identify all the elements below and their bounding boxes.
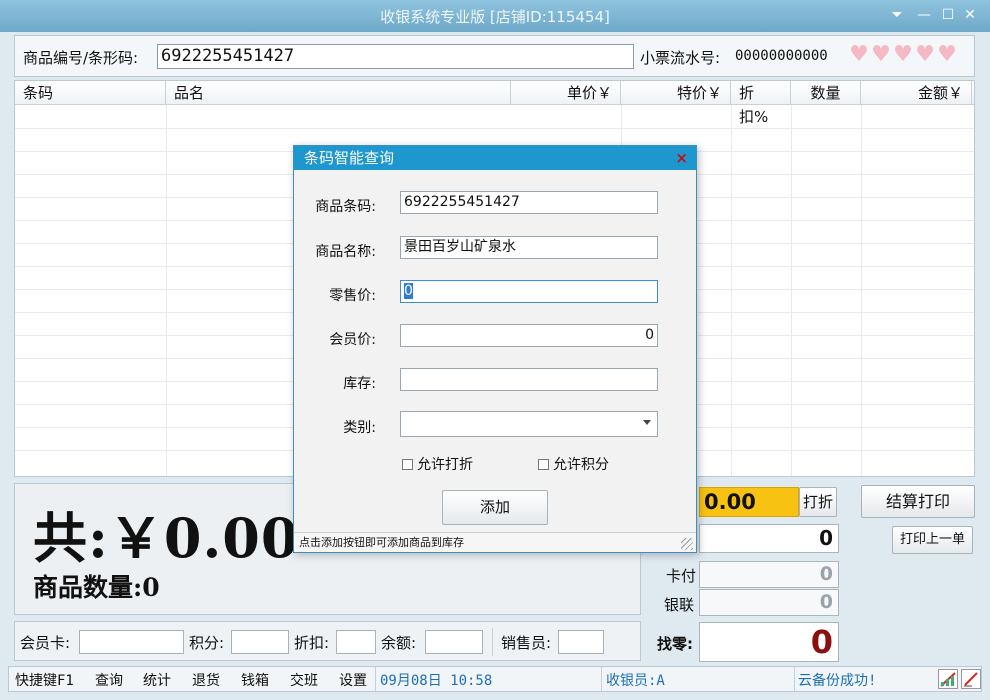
stock-field[interactable] bbox=[400, 368, 658, 391]
dialog-title: 条码智能查询 bbox=[304, 149, 395, 167]
status-bar: 快捷键F1 查询 统计 退货 钱箱 交班 设置 09月08日 10:58 收银员… bbox=[8, 666, 982, 692]
change-label: 找零: bbox=[657, 635, 693, 653]
balance-label: 余额: bbox=[381, 634, 417, 652]
card-pay-input[interactable]: 0 bbox=[699, 561, 839, 588]
seller-input[interactable] bbox=[558, 630, 604, 654]
dialog-hint: 点击添加按钮即可添加商品到库存 bbox=[294, 532, 696, 552]
card-pay-label: 卡付 bbox=[666, 567, 697, 585]
name-field-label: 商品名称: bbox=[315, 244, 376, 260]
grid-divider bbox=[731, 105, 732, 476]
title-bar: 收银系统专业版 [店铺ID:115454] ⏷ — ☐ ✕ bbox=[0, 0, 990, 32]
discount-button[interactable]: 打折 bbox=[799, 487, 837, 517]
col-name[interactable]: 品名 bbox=[166, 81, 511, 105]
change-amount: 0 bbox=[699, 622, 839, 662]
total-amount: 共:￥0.00 bbox=[33, 506, 300, 570]
cashier: 收银员:A bbox=[606, 673, 665, 689]
grid-divider bbox=[861, 105, 862, 476]
allow-discount-label: 允许打折 bbox=[417, 457, 473, 473]
chart-icon[interactable] bbox=[938, 669, 958, 689]
checkbox-icon bbox=[538, 459, 549, 470]
barcode-label: 商品编号/条形码: bbox=[23, 49, 139, 67]
stock-label: 库存: bbox=[343, 376, 376, 392]
separator bbox=[375, 667, 376, 691]
points-label: 积分: bbox=[189, 634, 225, 652]
grid-divider bbox=[166, 105, 167, 476]
receipt-number: 00000000000 bbox=[735, 48, 828, 64]
menu-cashbox[interactable]: 钱箱 bbox=[241, 670, 269, 690]
col-barcode[interactable]: 条码 bbox=[15, 81, 166, 105]
barcode-bar: 商品编号/条形码: 6922255451427 小票流水号: 000000000… bbox=[14, 35, 975, 77]
resize-grip-icon[interactable] bbox=[681, 538, 693, 550]
allow-points-checkbox[interactable]: 允许积分 bbox=[538, 454, 609, 474]
window-title: 收银系统专业版 [店铺ID:115454] bbox=[380, 8, 610, 26]
grid-divider bbox=[791, 105, 792, 476]
discount-value: 0.00 bbox=[699, 487, 799, 517]
unionpay-label: 银联 bbox=[664, 596, 695, 614]
dialog-title-bar: 条码智能查询 × bbox=[294, 146, 696, 170]
heart-icon: ♥ bbox=[893, 42, 913, 67]
menu-settings[interactable]: 设置 bbox=[339, 670, 367, 690]
member-card-input[interactable] bbox=[79, 630, 184, 654]
col-special-price[interactable]: 特价￥ bbox=[621, 81, 731, 105]
col-discount[interactable]: 折扣% bbox=[731, 81, 791, 126]
col-unit-price[interactable]: 单价￥ bbox=[511, 81, 621, 105]
member-card-label: 会员卡: bbox=[20, 634, 71, 652]
menu-stats[interactable]: 统计 bbox=[143, 670, 171, 690]
member-price-field[interactable]: 0 bbox=[400, 324, 658, 347]
menu-return[interactable]: 退货 bbox=[192, 670, 220, 690]
category-select[interactable] bbox=[400, 411, 658, 437]
minimize-icon[interactable]: — bbox=[914, 5, 934, 25]
checkout-print-button[interactable]: 结算打印 bbox=[861, 485, 975, 518]
retail-price-selected-text: 0 bbox=[404, 283, 413, 299]
heart-icon: ♥ bbox=[937, 42, 957, 67]
item-count: 商品数量:0 bbox=[33, 573, 160, 602]
backup-status: 云备份成功! bbox=[798, 673, 877, 689]
menu-shift[interactable]: 交班 bbox=[290, 670, 318, 690]
unionpay-input[interactable]: 0 bbox=[699, 589, 839, 616]
discount-input[interactable] bbox=[336, 630, 376, 654]
separator bbox=[601, 667, 602, 691]
heart-icon: ♥ bbox=[849, 42, 869, 67]
name-field[interactable]: 景田百岁山矿泉水 bbox=[400, 236, 658, 259]
maximize-icon[interactable]: ☐ bbox=[938, 5, 958, 25]
barcode-lookup-dialog: 条码智能查询 × 商品条码: 6922255451427 商品名称: 景田百岁山… bbox=[293, 145, 697, 553]
menu-query[interactable]: 查询 bbox=[95, 670, 123, 690]
datetime: 09月08日 10:58 bbox=[380, 673, 493, 689]
checkbox-icon bbox=[402, 459, 413, 470]
barcode-field-label: 商品条码: bbox=[315, 199, 376, 215]
balance-input[interactable] bbox=[425, 630, 483, 654]
receipt-number-label: 小票流水号: bbox=[640, 49, 721, 67]
member-bar: 会员卡: 积分: 折扣: 余额: 销售员: bbox=[14, 621, 641, 661]
heart-icon: ♥ bbox=[871, 42, 891, 67]
separator bbox=[492, 628, 493, 656]
allow-discount-checkbox[interactable]: 允许打折 bbox=[402, 454, 473, 474]
retail-price-field[interactable]: 0 bbox=[400, 280, 658, 303]
points-input[interactable] bbox=[231, 630, 289, 654]
barcode-input[interactable]: 6922255451427 bbox=[157, 44, 634, 69]
dialog-hint-text: 点击添加按钮即可添加商品到库存 bbox=[299, 536, 464, 549]
category-label: 类别: bbox=[343, 420, 376, 436]
discount-label: 折扣: bbox=[294, 634, 330, 652]
table-header: 条码 品名 单价￥ 特价￥ 折扣% 数量 金额￥ bbox=[15, 81, 974, 126]
allow-points-label: 允许积分 bbox=[553, 457, 609, 473]
barcode-field[interactable]: 6922255451427 bbox=[400, 191, 658, 214]
reprint-last-button[interactable]: 打印上一单 bbox=[892, 526, 973, 554]
add-button[interactable]: 添加 bbox=[442, 490, 548, 525]
chevron-down-icon bbox=[643, 420, 651, 425]
member-price-label: 会员价: bbox=[329, 332, 376, 348]
heart-icon: ♥ bbox=[915, 42, 935, 67]
menu-shortcuts[interactable]: 快捷键F1 bbox=[15, 670, 74, 690]
seller-label: 销售员: bbox=[501, 634, 552, 652]
close-icon[interactable]: ✕ bbox=[960, 5, 980, 25]
cash-input[interactable]: 0 bbox=[699, 524, 839, 553]
grid-row-line bbox=[15, 128, 974, 129]
dialog-close-icon[interactable]: × bbox=[675, 146, 688, 170]
rating-hearts: ♥ ♥ ♥ ♥ ♥ bbox=[848, 44, 958, 66]
col-amount[interactable]: 金额￥ bbox=[861, 81, 972, 105]
col-quantity[interactable]: 数量 bbox=[791, 81, 861, 105]
edit-icon[interactable] bbox=[961, 669, 981, 689]
dropdown-icon[interactable]: ⏷ bbox=[887, 5, 907, 25]
retail-price-label: 零售价: bbox=[329, 288, 376, 304]
separator bbox=[794, 667, 795, 691]
